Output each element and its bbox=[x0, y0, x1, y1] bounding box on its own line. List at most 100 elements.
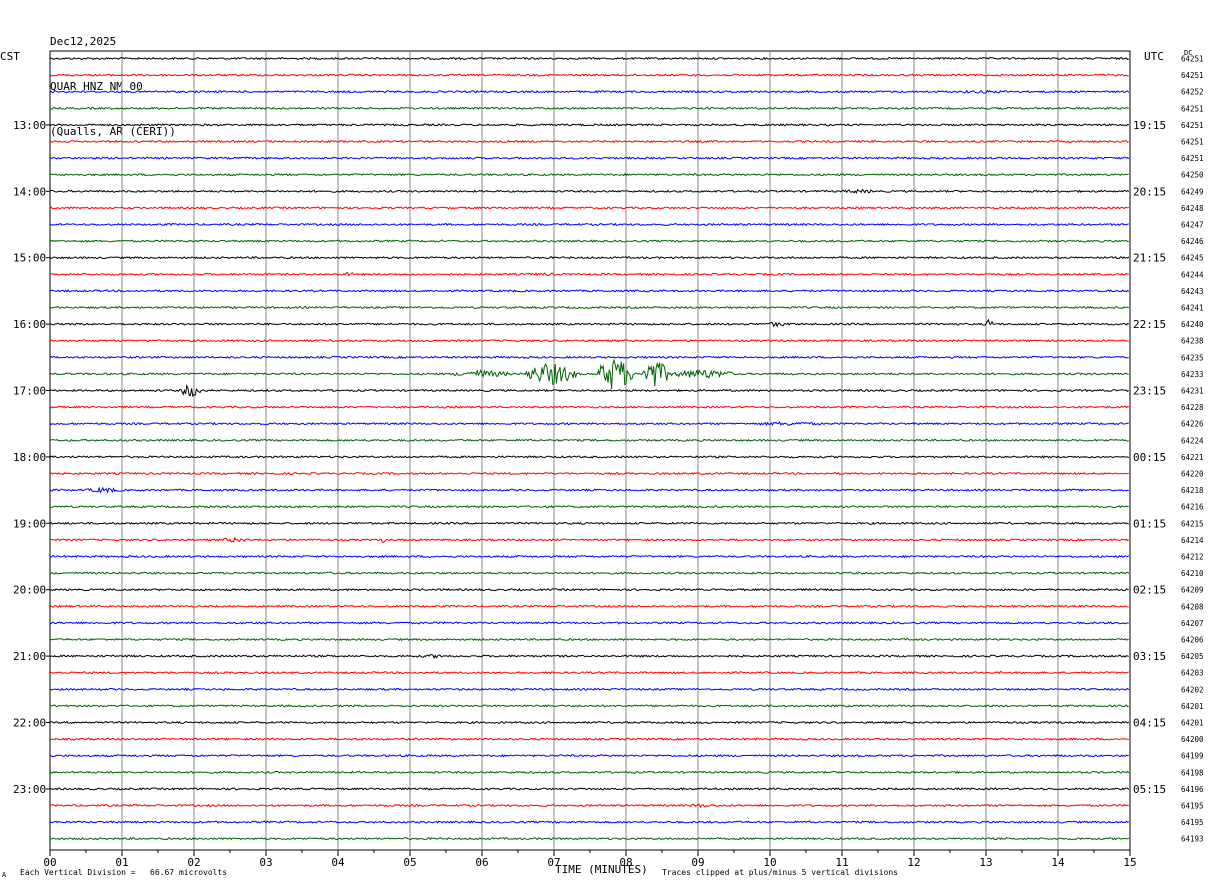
dc-offset-label: 64251 bbox=[1181, 121, 1204, 130]
trace-line-16 bbox=[49, 318, 1129, 328]
trace-line-47 bbox=[49, 837, 1130, 841]
trace-line-3 bbox=[50, 106, 1129, 111]
trace-line-23 bbox=[49, 438, 1129, 443]
plot-frame bbox=[49, 50, 1131, 851]
trace-line-44 bbox=[49, 787, 1130, 791]
dc-offset-label: 64246 bbox=[1181, 237, 1204, 246]
trace-line-9 bbox=[49, 206, 1129, 210]
dc-offset-label: 64206 bbox=[1181, 636, 1204, 645]
trace-line-5 bbox=[49, 139, 1129, 144]
trace-line-34 bbox=[49, 621, 1129, 625]
trace-line-32 bbox=[49, 587, 1129, 592]
right-hour-label: 20:15 bbox=[1133, 185, 1166, 198]
dc-offset-label: 64216 bbox=[1181, 503, 1204, 512]
right-hour-label: 02:15 bbox=[1133, 584, 1166, 597]
trace-line-12 bbox=[49, 256, 1130, 260]
dc-offset-label: 64205 bbox=[1181, 652, 1204, 661]
dc-offset-label: 64249 bbox=[1181, 187, 1204, 196]
left-hour-label: 23:00 bbox=[13, 783, 46, 796]
left-hour-label: 18:00 bbox=[13, 451, 46, 464]
dc-offset-label: 64251 bbox=[1181, 55, 1204, 64]
dc-offset-label: 64251 bbox=[1181, 71, 1204, 80]
dc-offset-label: 64196 bbox=[1181, 785, 1204, 794]
trace-line-41 bbox=[49, 737, 1129, 741]
dc-offset-label: 64215 bbox=[1181, 519, 1204, 528]
dc-offset-label: 64248 bbox=[1181, 204, 1204, 213]
trace-line-27 bbox=[49, 505, 1129, 509]
x-tick-label: 13 bbox=[979, 856, 992, 869]
trace-line-18 bbox=[49, 355, 1129, 360]
x-tick-label: 06 bbox=[475, 856, 488, 869]
dc-offset-label: 64208 bbox=[1181, 602, 1204, 611]
dc-offset-label: 64238 bbox=[1181, 337, 1204, 346]
x-tick-label: 15 bbox=[1123, 856, 1136, 869]
dc-offset-label: 64207 bbox=[1181, 619, 1204, 628]
left-hour-label: 15:00 bbox=[13, 252, 46, 265]
x-tick-label: 14 bbox=[1051, 856, 1065, 869]
dc-offset-label: 64218 bbox=[1181, 486, 1204, 495]
trace-line-24 bbox=[49, 455, 1130, 459]
trace-line-26 bbox=[49, 486, 1129, 494]
trace-line-19 bbox=[49, 358, 1129, 389]
left-hour-label: 14:00 bbox=[13, 185, 46, 198]
trace-line-14 bbox=[49, 289, 1130, 293]
dc-offset-label: 64250 bbox=[1181, 171, 1204, 180]
dc-offset-label: 64202 bbox=[1181, 685, 1204, 694]
trace-line-11 bbox=[49, 239, 1129, 243]
dc-offset-label: 64209 bbox=[1181, 586, 1204, 595]
dc-offset-label: 64210 bbox=[1181, 569, 1204, 578]
trace-line-33 bbox=[49, 604, 1129, 608]
dc-offset-label: 64235 bbox=[1181, 353, 1204, 362]
x-tick-label: 04 bbox=[331, 856, 345, 869]
trace-line-4 bbox=[49, 123, 1130, 127]
left-hour-label: 20:00 bbox=[13, 584, 46, 597]
trace-line-1 bbox=[50, 73, 1129, 77]
left-hour-label: 17:00 bbox=[13, 385, 46, 398]
trace-line-25 bbox=[49, 471, 1129, 476]
x-axis-title: TIME (MINUTES) bbox=[555, 863, 648, 876]
dc-offset-label: 64243 bbox=[1181, 287, 1204, 296]
trace-line-7 bbox=[49, 173, 1129, 177]
trace-line-17 bbox=[49, 339, 1129, 343]
right-hour-label: 22:15 bbox=[1133, 318, 1166, 331]
trace-line-13 bbox=[49, 271, 1129, 277]
dc-offset-label: 64224 bbox=[1181, 436, 1204, 445]
dc-offset-label: 64241 bbox=[1181, 304, 1204, 313]
dc-offset-label: 64195 bbox=[1181, 818, 1204, 827]
trace-line-36 bbox=[49, 653, 1129, 660]
dc-offset-label: 64198 bbox=[1181, 768, 1204, 777]
trace-line-39 bbox=[49, 704, 1129, 708]
trace-line-31 bbox=[49, 571, 1130, 575]
dc-offset-label: 64220 bbox=[1181, 470, 1204, 479]
trace-line-29 bbox=[50, 536, 1130, 543]
trace-line-30 bbox=[49, 554, 1130, 559]
dc-offset-label: 64214 bbox=[1181, 536, 1204, 545]
dc-offset-label: 64251 bbox=[1181, 154, 1204, 163]
x-tick-label: 12 bbox=[907, 856, 920, 869]
trace-line-22 bbox=[49, 421, 1129, 427]
dc-offset-label: 64195 bbox=[1181, 802, 1204, 811]
left-hour-label: 19:00 bbox=[13, 517, 46, 530]
clip-note: Traces clipped at plus/minus 5 vertical … bbox=[662, 868, 899, 877]
dc-offset-label: 64252 bbox=[1181, 88, 1204, 97]
dc-offset-label: 64221 bbox=[1181, 453, 1204, 462]
dc-offset-label: 64203 bbox=[1181, 669, 1204, 678]
trace-line-2 bbox=[49, 89, 1130, 94]
left-hour-label: 16:00 bbox=[13, 318, 46, 331]
right-hour-label: 01:15 bbox=[1133, 517, 1166, 530]
trace-line-0 bbox=[49, 56, 1129, 61]
trace-line-45 bbox=[49, 803, 1129, 809]
right-hour-label: 21:15 bbox=[1133, 252, 1166, 265]
trace-line-40 bbox=[49, 720, 1130, 725]
trace-line-28 bbox=[49, 521, 1130, 525]
right-hour-label: 00:15 bbox=[1133, 451, 1166, 464]
dc-offset-label: 64245 bbox=[1181, 254, 1204, 263]
dc-offset-label: 64201 bbox=[1181, 702, 1204, 711]
trace-line-15 bbox=[49, 305, 1130, 310]
trace-line-8 bbox=[49, 188, 1130, 194]
trace-line-10 bbox=[49, 222, 1129, 227]
x-tick-label: 03 bbox=[259, 856, 272, 869]
dc-offset-label: 64251 bbox=[1181, 104, 1204, 113]
dc-offset-label: 64226 bbox=[1181, 420, 1204, 429]
left-hour-label: 21:00 bbox=[13, 650, 46, 663]
